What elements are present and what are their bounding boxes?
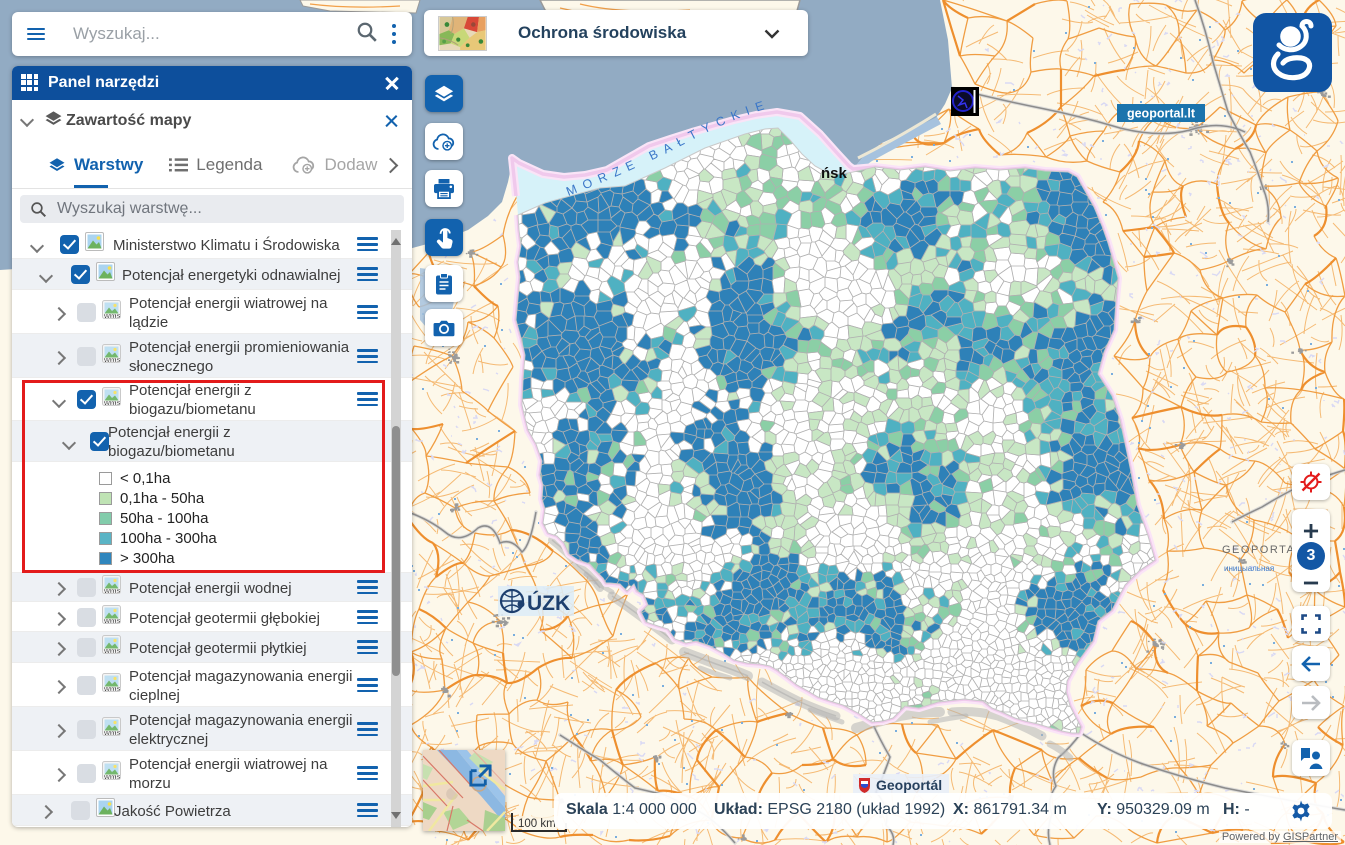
svg-text:Geoportál: Geoportál [876,777,942,793]
svg-text:иницыальная: иницыальная [1224,564,1274,573]
svg-text:100 km: 100 km [518,818,556,830]
svg-text:wms: wms [103,586,121,594]
svg-text:wms: wms [103,772,121,780]
svg-text:wms: wms [103,684,121,692]
svg-text:wms: wms [103,398,121,406]
svg-text:geoportal.lt: geoportal.lt [1127,107,1196,121]
svg-text:wms: wms [103,646,121,654]
svg-text:ÚZK: ÚZK [527,591,570,615]
svg-text:wms: wms [103,616,121,624]
svg-text:wms: wms [103,355,121,363]
svg-text:wms: wms [103,311,121,319]
svg-text:ńsk: ńsk [821,165,848,182]
svg-text:wms: wms [103,728,121,736]
